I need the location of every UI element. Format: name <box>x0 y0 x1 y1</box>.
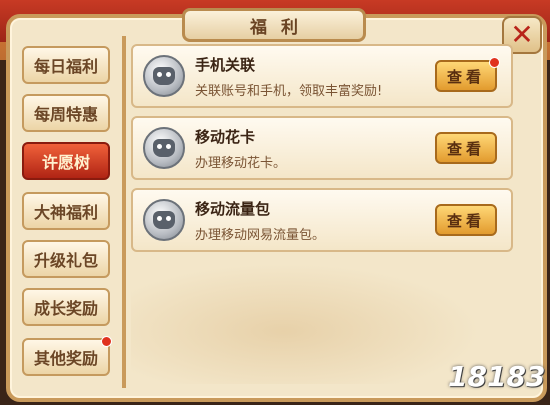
silver-coin-icon <box>143 127 185 169</box>
list-item: 移动流量包 办理移动网易流量包。 查看 <box>131 188 513 252</box>
notification-dot <box>101 336 112 347</box>
tab-label: 每日福利 <box>33 57 98 76</box>
tab-label: 升级礼包 <box>33 251 98 270</box>
tab-growth-reward[interactable]: 成长奖励 <box>22 288 110 326</box>
close-icon: ✕ <box>510 18 534 51</box>
item-title: 移动流量包 <box>195 200 271 218</box>
item-title: 移动花卡 <box>195 128 256 146</box>
tab-label: 其他奖励 <box>33 349 98 368</box>
list-item: 移动花卡 办理移动花卡。 查看 <box>131 116 513 180</box>
view-button-label: 查看 <box>446 211 485 230</box>
silver-coin-icon <box>143 199 185 241</box>
tab-label: 许愿树 <box>41 153 90 172</box>
view-button-label: 查看 <box>446 139 485 158</box>
tab-label: 每周特惠 <box>33 105 98 124</box>
tab-label: 成长奖励 <box>33 299 98 318</box>
tab-other-rewards[interactable]: 其他奖励 <box>22 336 112 376</box>
item-title: 手机关联 <box>195 56 256 74</box>
item-description: 办理移动网易流量包。 <box>195 228 326 243</box>
tab-daily-welfare[interactable]: 每日福利 <box>22 46 110 84</box>
notification-dot <box>489 57 500 68</box>
tab-label: 大神福利 <box>33 203 98 222</box>
view-button-label: 查看 <box>446 67 485 86</box>
item-description: 办理移动花卡。 <box>195 156 287 171</box>
silver-coin-icon <box>143 55 185 97</box>
sidebar: 每日福利 每周特惠 许愿树 大神福利 升级礼包 成长奖励 其他奖励 <box>12 40 124 386</box>
tab-weekly-deals[interactable]: 每周特惠 <box>22 94 110 132</box>
view-button[interactable]: 查看 <box>435 57 500 92</box>
tab-master-welfare[interactable]: 大神福利 <box>22 192 110 230</box>
view-button[interactable]: 查看 <box>435 132 497 164</box>
reward-list: 手机关联 关联账号和手机，领取丰富奖励! 查看 移动花卡 办理移动花卡。 查看 … <box>131 44 513 384</box>
item-description: 关联账号和手机，领取丰富奖励! <box>195 84 383 99</box>
watermark-logo: 18183 <box>448 360 546 393</box>
tab-level-up-pack[interactable]: 升级礼包 <box>22 240 110 278</box>
view-button[interactable]: 查看 <box>435 204 497 236</box>
tab-wish-tree[interactable]: 许愿树 <box>22 142 110 180</box>
list-item: 手机关联 关联账号和手机，领取丰富奖励! 查看 <box>131 44 513 108</box>
panel-title: 福利 <box>182 8 366 42</box>
